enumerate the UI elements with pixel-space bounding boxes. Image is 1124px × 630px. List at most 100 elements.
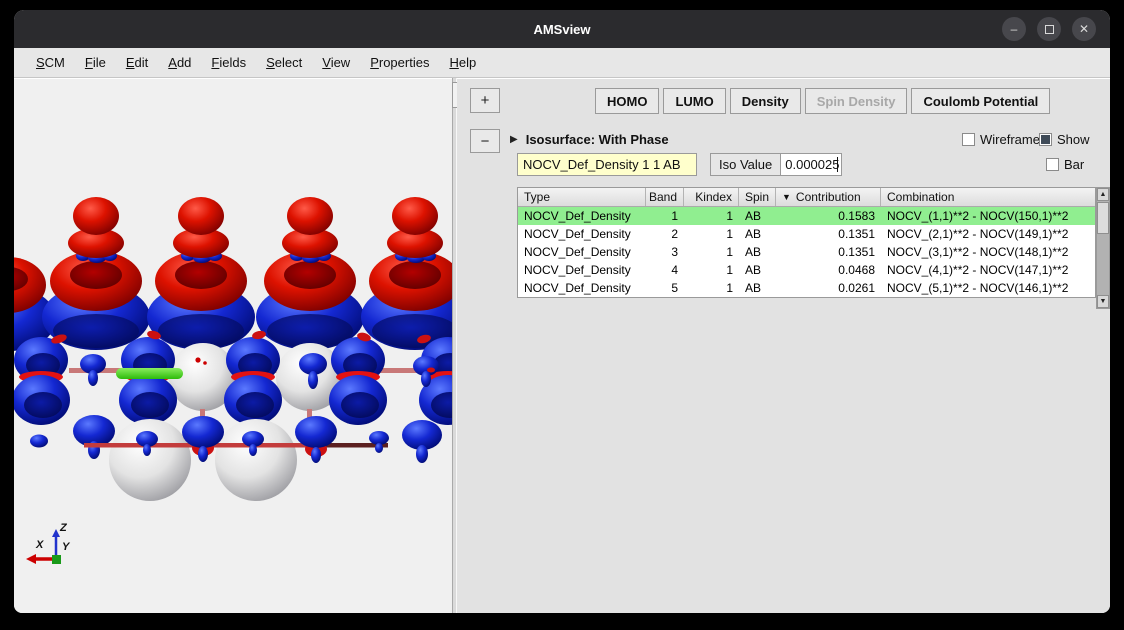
cell-spin: AB [739,227,776,241]
menu-file[interactable]: File [75,51,116,74]
add-field-button[interactable]: + [470,88,500,113]
sort-descending-icon: ▼ [782,192,791,202]
bar-label: Bar [1064,157,1084,172]
density-button[interactable]: Density [730,88,801,114]
amsview-window: AMSview – ✕ SCM File Edit Add Fields Sel… [14,10,1110,613]
close-icon: ✕ [1079,22,1089,36]
menu-select[interactable]: Select [256,51,312,74]
wireframe-checkbox-row: Wireframe [962,132,1040,147]
table-row[interactable]: NOCV_Def_Density 5 1 AB 0.0261 NOCV_(5,1… [518,279,1095,297]
minimize-button[interactable]: – [1002,17,1026,41]
coulomb-potential-button[interactable]: Coulomb Potential [911,88,1050,114]
cell-band: 1 [646,209,684,223]
column-header-combination[interactable]: Combination [881,188,1095,206]
cell-band: 4 [646,263,684,277]
menu-bar: SCM File Edit Add Fields Select View Pro… [14,48,1110,78]
menu-properties[interactable]: Properties [360,51,439,74]
x-axis-arrow [26,554,36,564]
column-header-type[interactable]: Type [518,188,646,206]
field-shortcut-toolbar: HOMO LUMO Density Spin Density Coulomb P… [595,88,1050,114]
menu-view[interactable]: View [312,51,360,74]
nocv-table: Type Band Kindex Spin ▼ Contribution Com… [517,187,1096,298]
column-header-kindex[interactable]: Kindex [684,188,739,206]
cell-band: 3 [646,245,684,259]
iso-value-label: Iso Value [711,154,781,175]
table-row[interactable]: NOCV_Def_Density 1 1 AB 0.1583 NOCV_(1,1… [518,207,1095,225]
wireframe-label: Wireframe [980,132,1040,147]
title-bar[interactable]: AMSview – ✕ [14,10,1110,48]
table-scrollbar[interactable]: ▲ ▼ [1096,187,1110,309]
fields-panel: + HOMO LUMO Density Spin Density Coulomb… [457,78,1110,613]
cell-kindex: 1 [684,209,739,223]
cell-contribution: 0.1351 [776,245,881,259]
maximize-icon [1045,25,1054,34]
iso-value-widget: Iso Value 0.000025 [710,153,842,176]
menu-add[interactable]: Add [158,51,201,74]
bar-checkbox[interactable] [1046,158,1059,171]
desktop: AMSview – ✕ SCM File Edit Add Fields Sel… [0,0,1124,630]
z-axis-arrow [52,529,60,537]
cell-contribution: 0.0468 [776,263,881,277]
cell-kindex: 1 [684,227,739,241]
molecule-3d-viewport[interactable]: Z X Y [14,78,452,613]
cell-spin: AB [739,209,776,223]
scrollbar-thumb[interactable] [1097,202,1109,234]
z-axis-label: Z [59,522,68,534]
maximize-button[interactable] [1037,17,1061,41]
scroll-down-icon[interactable]: ▼ [1097,295,1109,308]
menu-fields[interactable]: Fields [201,51,256,74]
minus-icon: − [481,133,490,150]
cell-combination: NOCV_(1,1)**2 - NOCV(150,1)**2 [881,209,1095,223]
table-row[interactable]: NOCV_Def_Density 2 1 AB 0.1351 NOCV_(2,1… [518,225,1095,243]
cell-contribution: 0.1583 [776,209,881,223]
table-header: Type Band Kindex Spin ▼ Contribution Com… [518,188,1095,207]
iso-value-input[interactable]: 0.000025 [781,154,841,175]
table-row[interactable]: NOCV_Def_Density 3 1 AB 0.1351 NOCV_(3,1… [518,243,1095,261]
collapse-arrow-icon[interactable]: ▶ [510,134,518,145]
cell-kindex: 1 [684,263,739,277]
column-header-spin[interactable]: Spin [739,188,776,206]
axis-origin [52,555,61,564]
minimize-icon: – [1011,22,1018,36]
menu-edit[interactable]: Edit [116,51,158,74]
cell-combination: NOCV_(2,1)**2 - NOCV(149,1)**2 [881,227,1095,241]
window-controls: – ✕ [1002,17,1096,41]
cell-kindex: 1 [684,245,739,259]
window-title: AMSview [533,22,590,37]
remove-isosurface-button[interactable]: − [470,129,500,153]
show-checkbox[interactable] [1039,133,1052,146]
cell-type: NOCV_Def_Density [518,245,646,259]
cell-type: NOCV_Def_Density [518,281,646,295]
cell-spin: AB [739,281,776,295]
cell-band: 5 [646,281,684,295]
x-axis-label: X [35,539,44,551]
cell-combination: NOCV_(4,1)**2 - NOCV(147,1)**2 [881,263,1095,277]
axis-indicator: Z X Y [20,519,100,575]
cell-band: 2 [646,227,684,241]
spin-density-button: Spin Density [805,88,908,114]
contribution-header-label: Contribution [796,190,861,204]
homo-button[interactable]: HOMO [595,88,659,114]
show-checkbox-row: Show [1039,132,1090,147]
field-name-input[interactable]: NOCV_Def_Density 1 1 AB [517,153,697,176]
cell-combination: NOCV_(3,1)**2 - NOCV(148,1)**2 [881,245,1095,259]
isosurface-title: Isosurface: With Phase [526,132,669,147]
plus-icon: + [481,92,490,109]
cell-contribution: 0.1351 [776,227,881,241]
menu-scm[interactable]: SCM [26,51,75,74]
cell-type: NOCV_Def_Density [518,209,646,223]
y-axis-label: Y [62,541,71,553]
close-button[interactable]: ✕ [1072,17,1096,41]
wireframe-checkbox[interactable] [962,133,975,146]
cell-spin: AB [739,263,776,277]
cell-spin: AB [739,245,776,259]
column-header-band[interactable]: Band [646,188,684,206]
cell-contribution: 0.0261 [776,281,881,295]
column-header-contribution[interactable]: ▼ Contribution [776,188,881,206]
cell-type: NOCV_Def_Density [518,263,646,277]
bar-checkbox-row: Bar [1046,157,1084,172]
scroll-up-icon[interactable]: ▲ [1097,188,1109,201]
menu-help[interactable]: Help [439,51,486,74]
lumo-button[interactable]: LUMO [663,88,725,114]
table-row[interactable]: NOCV_Def_Density 4 1 AB 0.0468 NOCV_(4,1… [518,261,1095,279]
